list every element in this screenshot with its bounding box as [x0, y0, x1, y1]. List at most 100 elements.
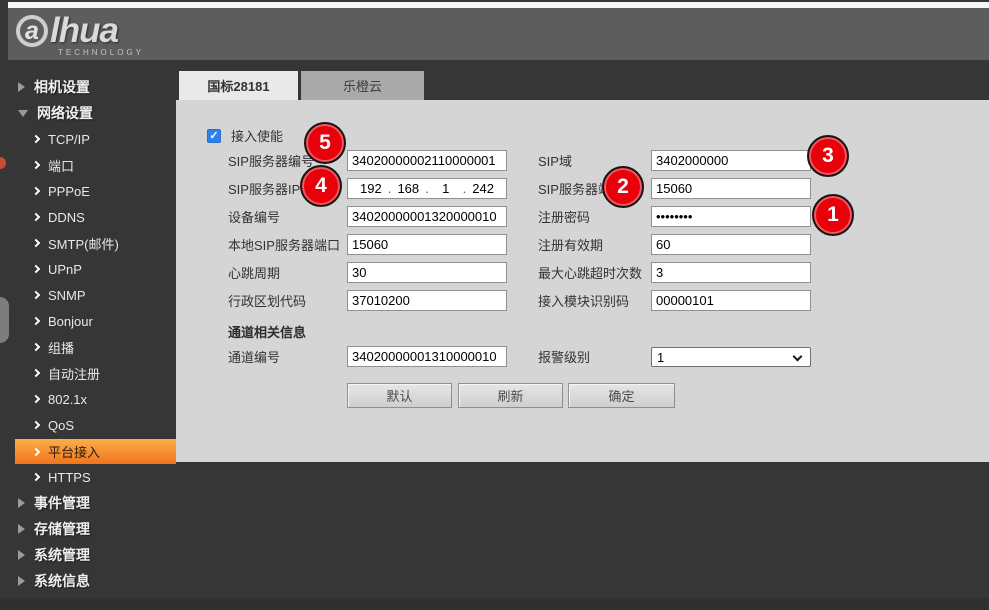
chevron-right-icon	[32, 421, 40, 429]
register-password-label: 注册密码	[538, 207, 651, 226]
sip-server-id-input[interactable]	[347, 150, 507, 171]
max-heartbeat-timeout-input[interactable]	[651, 262, 811, 283]
sidebar-item-storage-management[interactable]: 存储管理	[0, 516, 176, 542]
collapsed-arrow-icon	[18, 82, 25, 92]
enable-access-checkbox[interactable]: ✓	[207, 129, 221, 143]
annotation-circle-5: 5	[304, 122, 346, 164]
sidebar-item-8021x[interactable]: 802.1x	[0, 386, 176, 412]
chevron-right-icon	[32, 239, 40, 247]
heartbeat-period-row: 心跳周期	[228, 262, 507, 283]
register-password-input[interactable]	[651, 206, 811, 227]
chevron-right-icon	[32, 369, 40, 377]
local-sip-port-label: 本地SIP服务器端口	[228, 235, 347, 254]
heartbeat-period-input[interactable]	[347, 262, 507, 283]
expanded-arrow-icon	[18, 110, 28, 117]
logo-a-ring-icon: a	[16, 15, 48, 47]
max-heartbeat-timeout-row: 最大心跳超时次数	[538, 262, 811, 283]
access-module-id-label: 接入模块识别码	[538, 291, 651, 310]
device-id-row: 设备编号	[228, 206, 507, 227]
chevron-right-icon	[32, 135, 40, 143]
chevron-right-icon	[32, 187, 40, 195]
access-module-id-input[interactable]	[651, 290, 811, 311]
alarm-level-select[interactable]: 1	[651, 347, 811, 367]
sidebar-item-network-settings[interactable]: 网络设置	[0, 100, 176, 126]
device-id-input[interactable]	[347, 206, 507, 227]
sip-server-port-input[interactable]	[651, 178, 811, 199]
sidebar-item-ddns[interactable]: DDNS	[0, 204, 176, 230]
chevron-right-icon	[32, 343, 40, 351]
chevron-down-icon	[793, 352, 803, 362]
sip-server-ip-row: SIP服务器IP 192 . 168 . 1 . 242	[228, 178, 507, 199]
register-validity-row: 注册有效期	[538, 234, 811, 255]
sip-domain-label: SIP域	[538, 151, 651, 170]
sidebar-item-auto-register[interactable]: 自动注册	[0, 360, 176, 386]
header-banner: a lhua TECHNOLOGY	[8, 8, 989, 60]
annotation-circle-3: 3	[807, 135, 849, 177]
chevron-right-icon	[32, 473, 40, 481]
dahua-web-config-page: a lhua TECHNOLOGY 相机设置 网络设置 TCP/IP 端口 PP…	[0, 0, 989, 610]
sidebar-item-smtp[interactable]: SMTP(邮件)	[0, 230, 176, 256]
sidebar-item-qos[interactable]: QoS	[0, 412, 176, 438]
dahua-logo: a lhua TECHNOLOGY	[16, 11, 144, 57]
chevron-right-icon	[32, 395, 40, 403]
tab-gb28181[interactable]: 国标28181	[179, 71, 298, 100]
device-id-label: 设备编号	[228, 207, 347, 226]
chevron-right-icon	[32, 291, 40, 299]
heartbeat-period-label: 心跳周期	[228, 263, 347, 282]
sip-server-port-row: SIP服务器端口	[538, 178, 811, 199]
sidebar-item-system-management[interactable]: 系统管理	[0, 542, 176, 568]
chevron-right-icon	[32, 447, 40, 455]
sidebar-item-multicast[interactable]: 组播	[0, 334, 176, 360]
sidebar-item-camera-settings[interactable]: 相机设置	[0, 74, 176, 100]
alarm-level-label: 报警级别	[538, 347, 651, 366]
footer-strip	[0, 598, 989, 610]
left-edge-drawer-handle[interactable]	[0, 297, 9, 343]
sip-server-ip-input[interactable]: 192 . 168 . 1 . 242	[347, 178, 507, 199]
region-code-label: 行政区划代码	[228, 291, 347, 310]
sidebar-item-bonjour[interactable]: Bonjour	[0, 308, 176, 334]
channel-section-title: 通道相关信息	[228, 322, 306, 341]
sidebar-item-system-info[interactable]: 系统信息	[0, 568, 176, 594]
confirm-button[interactable]: 确定	[568, 383, 675, 408]
channel-id-input[interactable]	[347, 346, 507, 367]
collapsed-arrow-icon	[18, 498, 25, 508]
sidebar-item-platform-access[interactable]: 平台接入	[15, 439, 176, 464]
enable-access-label: 接入使能	[231, 126, 283, 145]
sip-domain-row: SIP域	[538, 150, 811, 171]
logo-subtitle: TECHNOLOGY	[58, 48, 144, 57]
chevron-right-icon	[32, 161, 40, 169]
sip-domain-input[interactable]	[651, 150, 811, 171]
collapsed-arrow-icon	[18, 550, 25, 560]
annotation-circle-2: 2	[602, 166, 644, 208]
register-password-row: 注册密码	[538, 206, 811, 227]
access-module-id-row: 接入模块识别码	[538, 290, 811, 311]
sidebar-item-https[interactable]: HTTPS	[0, 464, 176, 490]
max-heartbeat-timeout-label: 最大心跳超时次数	[538, 263, 651, 282]
local-sip-port-input[interactable]	[347, 234, 507, 255]
refresh-button[interactable]: 刷新	[458, 383, 563, 408]
sidebar-item-event-management[interactable]: 事件管理	[0, 490, 176, 516]
register-validity-label: 注册有效期	[538, 235, 651, 254]
annotation-circle-4: 4	[300, 165, 342, 207]
local-sip-port-row: 本地SIP服务器端口	[228, 234, 507, 255]
sidebar-item-upnp[interactable]: UPnP	[0, 256, 176, 282]
tab-lechengyun[interactable]: 乐橙云	[301, 71, 424, 100]
sip-server-id-row: SIP服务器编号	[228, 150, 507, 171]
sidebar-item-tcpip[interactable]: TCP/IP	[0, 126, 176, 152]
default-button[interactable]: 默认	[347, 383, 452, 408]
sidebar-item-pppoe[interactable]: PPPoE	[0, 178, 176, 204]
chevron-right-icon	[32, 213, 40, 221]
sidebar-item-snmp[interactable]: SNMP	[0, 282, 176, 308]
chevron-right-icon	[32, 265, 40, 273]
collapsed-arrow-icon	[18, 524, 25, 534]
register-validity-input[interactable]	[651, 234, 811, 255]
region-code-input[interactable]	[347, 290, 507, 311]
sidebar-item-port[interactable]: 端口	[0, 152, 176, 178]
sidebar-nav: 相机设置 网络设置 TCP/IP 端口 PPPoE DDNS SMTP(邮件)	[0, 74, 176, 594]
region-code-row: 行政区划代码	[228, 290, 507, 311]
logo-wordmark: lhua	[50, 11, 118, 51]
channel-id-row: 通道编号	[228, 346, 507, 367]
collapsed-arrow-icon	[18, 576, 25, 586]
enable-access-row: ✓ 接入使能	[207, 126, 283, 145]
chevron-right-icon	[32, 317, 40, 325]
